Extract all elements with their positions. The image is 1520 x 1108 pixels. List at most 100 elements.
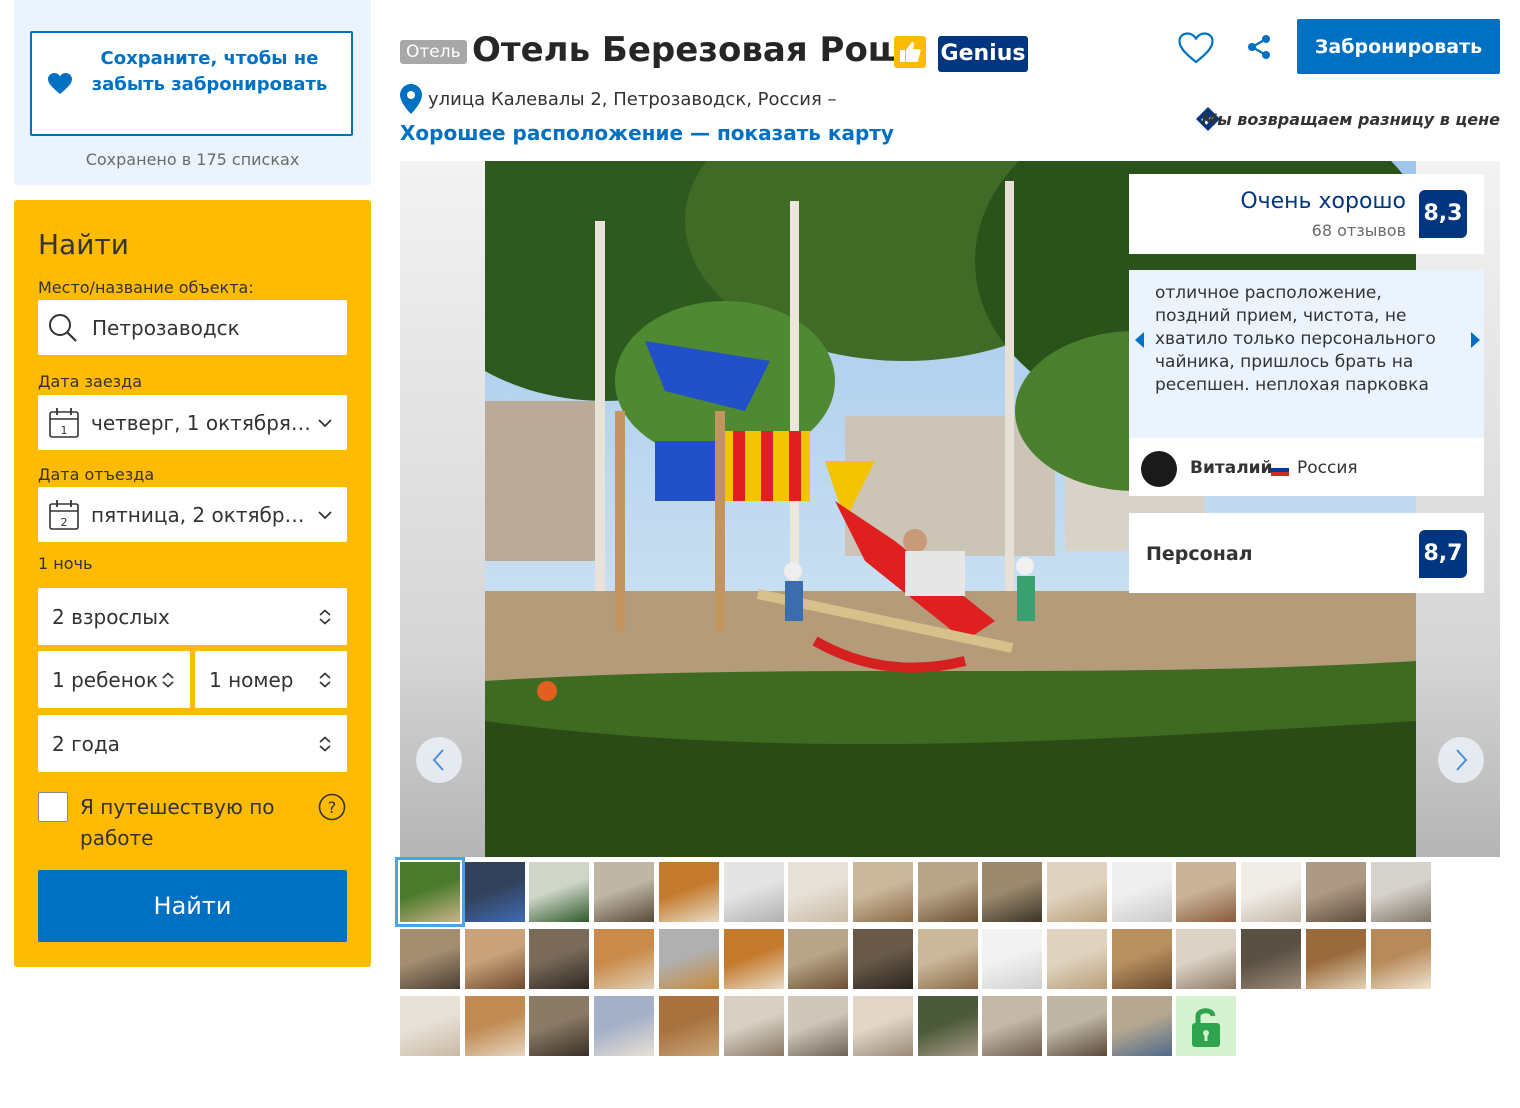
rating-score-badge: 8,3 [1419,190,1467,238]
genius-badge: Genius [938,36,1028,72]
photo-thumbnail[interactable] [1112,929,1172,989]
rating-word: Очень хорошо [1240,189,1406,214]
review-prev-icon[interactable] [1133,331,1145,349]
photo-thumbnail[interactable] [1047,862,1107,922]
children-select[interactable]: 1 ребенок [38,651,190,708]
photo-thumbnail[interactable] [529,862,589,922]
photo-thumbnail[interactable] [853,996,913,1056]
help-glyph: ? [328,798,337,817]
photo-thumbnail[interactable] [1047,996,1107,1056]
photo-thumbnail[interactable] [659,862,719,922]
photo-thumbnail[interactable] [1371,929,1431,989]
review-card: отличное расположение, поздний прием, чи… [1129,270,1484,496]
business-travel-checkbox[interactable] [38,792,68,822]
photo-thumbnail[interactable] [529,929,589,989]
photo-thumbnail[interactable] [853,929,913,989]
photo-thumbnail[interactable] [400,996,460,1056]
photo-thumbnail[interactable] [1371,862,1431,922]
photo-thumbnail[interactable] [594,996,654,1056]
save-panel: Сохраните, чтобы не забыть забронировать… [14,0,371,185]
photo-thumbnail[interactable] [1112,996,1172,1056]
photo-thumbnail[interactable] [1241,862,1301,922]
search-panel: Найти Место/название объекта: Петрозавод… [14,200,371,967]
save-button-label: Сохраните, чтобы не забыть забронировать [91,48,328,95]
up-down-arrows-icon [162,671,174,688]
location-pin-icon [400,84,422,114]
share-icon[interactable] [1246,34,1272,60]
photo-thumbnail[interactable] [1112,862,1172,922]
photo-thumbnail[interactable] [788,996,848,1056]
search-submit-button[interactable]: Найти [38,870,347,942]
rooms-select[interactable]: 1 номер [195,651,347,708]
child-age-value: 2 года [52,731,120,756]
photo-thumbnail[interactable] [400,929,460,989]
photo-thumbnail[interactable] [1176,929,1236,989]
book-button[interactable]: Забронировать [1297,19,1500,74]
main-photo[interactable] [485,161,1416,857]
photo-thumbnail[interactable] [982,996,1042,1056]
adults-select[interactable]: 2 взрослых [38,588,347,645]
playground-photo [485,161,1416,857]
photo-thumbnail[interactable] [853,862,913,922]
saved-count: Сохранено в 175 списках [85,150,300,169]
photo-thumbnail[interactable] [529,996,589,1056]
photo-thumbnail[interactable] [1306,862,1366,922]
reviewer-row: Виталий Россия [1129,438,1484,496]
photo-gallery [400,161,1500,857]
photo-thumbnail[interactable] [465,929,525,989]
checkout-date-field[interactable]: 2 пятница, 2 октября 2... [38,487,347,542]
photo-thumbnail[interactable] [1241,929,1301,989]
rating-card[interactable]: Очень хорошо 68 отзывов 8,3 [1129,174,1484,254]
photo-thumbnail[interactable] [465,996,525,1056]
photo-thumbnail[interactable] [788,862,848,922]
photo-thumbnail[interactable] [465,862,525,922]
photo-thumbnail[interactable] [918,996,978,1056]
photo-thumbnail[interactable] [395,857,465,927]
property-type-badge: Отель [400,40,467,64]
review-next-icon[interactable] [1470,331,1482,349]
destination-input[interactable]: Петрозаводск [38,300,347,355]
photo-thumbnail[interactable] [1306,929,1366,989]
checkin-label: Дата заезда [38,372,143,391]
heart-outline-icon[interactable] [1178,32,1214,64]
chevron-left-icon [432,749,444,771]
thumbs-up-icon [894,36,926,68]
photo-thumbnail[interactable] [724,862,784,922]
photo-thumbnail[interactable] [918,929,978,989]
photo-thumbnail[interactable] [724,929,784,989]
search-icon [49,313,77,342]
business-travel-label: Я путешествую по работе [80,795,275,850]
photo-thumbnail[interactable] [659,929,719,989]
heart-filled-icon [48,73,72,94]
photo-thumbnail[interactable] [594,929,654,989]
photo-thumbnail[interactable] [1176,862,1236,922]
checkin-date-field[interactable]: 1 четверг, 1 октября 2... [38,395,347,450]
save-button[interactable]: Сохраните, чтобы не забыть забронировать [30,31,353,136]
photo-thumbnail[interactable] [982,929,1042,989]
gallery-next-button[interactable] [1438,737,1484,783]
up-down-arrows-icon [319,608,331,625]
reviewer-country: Россия [1297,458,1358,478]
padlock-icon [1192,1008,1220,1047]
rooms-value: 1 номер [209,667,294,692]
more-photos-locked-thumb[interactable] [1176,996,1236,1056]
price-guarantee-text[interactable]: Мы возвращаем разницу в цене [1201,110,1500,129]
photo-thumbnail[interactable] [659,996,719,1056]
help-icon[interactable]: ? [318,793,346,821]
photo-thumbnail[interactable] [788,929,848,989]
child-age-select[interactable]: 2 года [38,715,347,772]
photo-thumbnail[interactable] [594,862,654,922]
photo-thumbnail[interactable] [724,996,784,1056]
photo-thumbnail[interactable] [1047,929,1107,989]
chevron-down-icon [318,418,332,427]
photo-thumbnail[interactable] [982,862,1042,922]
checkin-day-number: 1 [61,424,68,437]
russia-flag-icon [1271,464,1289,476]
nights-count: 1 ночь [38,554,93,573]
show-map-link[interactable]: Хорошее расположение — показать карту [400,121,894,145]
hotel-address: улица Калевалы 2, Петрозаводск, Россия – [428,89,837,110]
reviewer-name: Виталий [1190,458,1273,478]
gallery-prev-button[interactable] [416,737,462,783]
photo-thumbnail[interactable] [918,862,978,922]
up-down-arrows-icon [319,735,331,752]
